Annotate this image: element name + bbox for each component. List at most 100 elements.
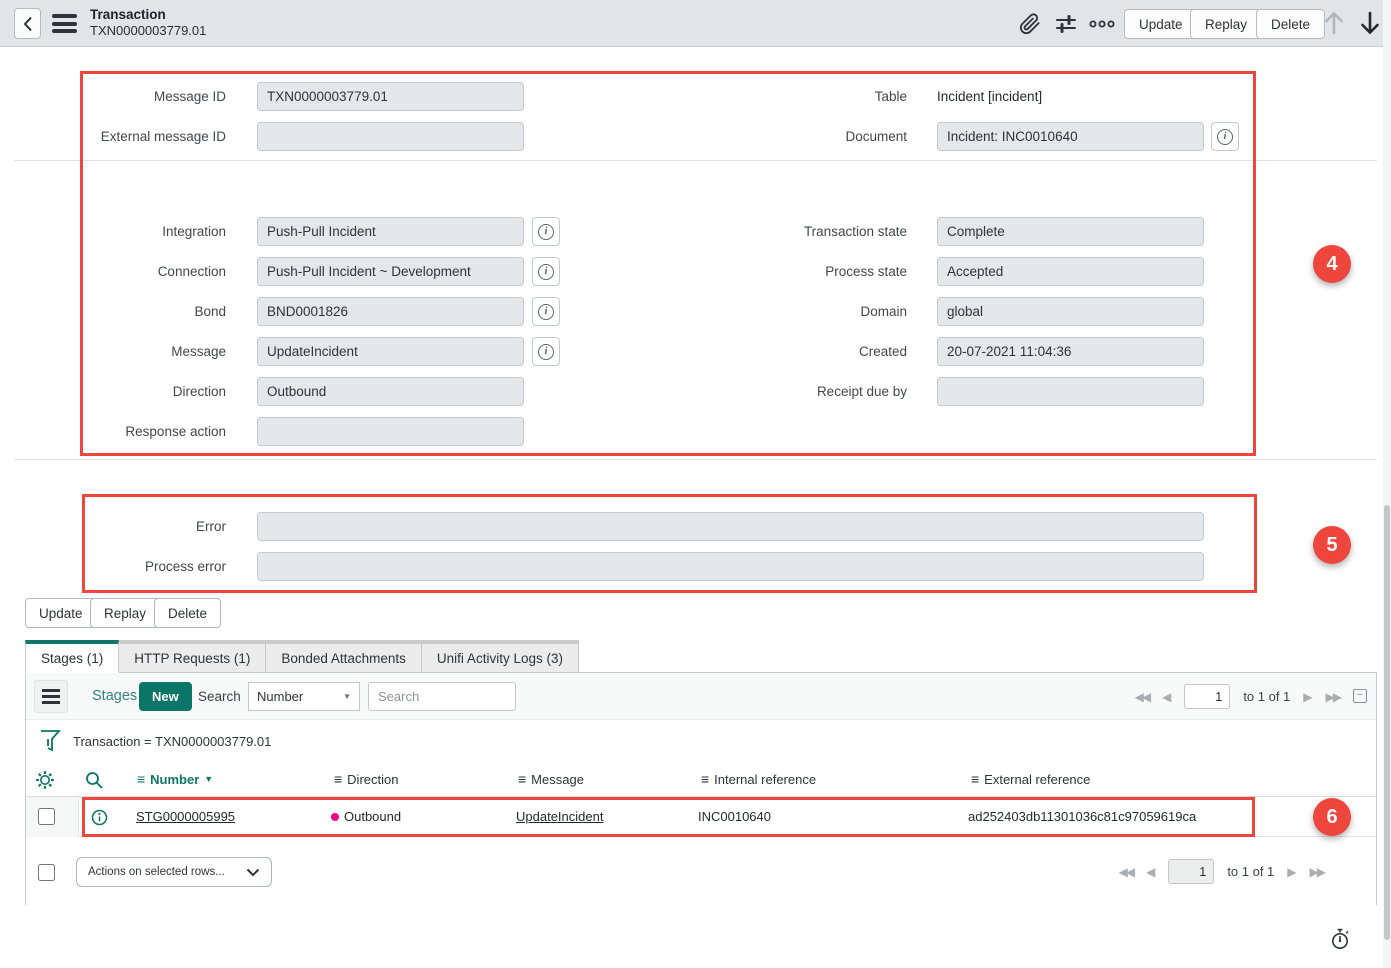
connection-field[interactable] (257, 257, 524, 286)
stage-table-row[interactable]: STG0000005995 Outbound UpdateIncident IN… (26, 797, 1376, 837)
external-message-id-field[interactable] (257, 122, 524, 151)
error-label: Error (0, 519, 226, 534)
created-label: Created (710, 344, 907, 359)
page-number-input[interactable] (1184, 684, 1230, 709)
domain-label: Domain (710, 304, 907, 319)
document-field[interactable] (937, 122, 1204, 151)
list-pagination-bottom: ◀◀ ◀ to 1 of 1 ▶ ▶▶ (1119, 859, 1324, 884)
process-error-field[interactable] (257, 552, 1204, 581)
error-field[interactable] (257, 512, 1204, 541)
transaction-state-field[interactable] (937, 217, 1204, 246)
column-search-icon[interactable] (84, 770, 104, 790)
next-page-button[interactable]: ▶ (1303, 690, 1312, 704)
row-info-icon[interactable] (91, 809, 108, 826)
select-all-checkbox[interactable] (38, 864, 55, 881)
list-title: Stages (92, 688, 137, 704)
last-page-button[interactable]: ▶▶ (1326, 690, 1340, 704)
delete-button-bottom[interactable]: Delete (154, 598, 221, 628)
back-button[interactable] (14, 8, 41, 39)
callout-number-6: 6 (1313, 798, 1351, 836)
section-divider (14, 160, 1377, 161)
domain-field[interactable] (937, 297, 1204, 326)
column-header-label: Internal reference (714, 772, 816, 787)
tab-stages[interactable]: Stages (1) (25, 640, 119, 673)
filter-funnel-icon[interactable] (39, 728, 61, 754)
message-info-button[interactable]: i (532, 337, 560, 366)
update-button[interactable]: Update (1124, 9, 1198, 39)
more-options-icon (1089, 19, 1115, 29)
transaction-state-label: Transaction state (710, 224, 907, 239)
attachment-button[interactable] (1016, 10, 1044, 38)
table-value: Incident [incident] (937, 89, 1042, 104)
scroll-down-button[interactable] (1356, 9, 1384, 37)
vertical-scrollbar-track[interactable] (1383, 0, 1391, 968)
sliders-icon (1054, 12, 1078, 36)
new-stage-button[interactable]: New (139, 682, 192, 711)
created-field[interactable] (937, 337, 1204, 366)
search-column-value: Number (257, 689, 303, 704)
record-id-subtitle: TXN0000003779.01 (90, 23, 206, 39)
direction-field[interactable] (257, 377, 524, 406)
vertical-scrollbar-thumb[interactable] (1384, 505, 1390, 940)
connection-info-button[interactable]: i (532, 257, 560, 286)
process-state-label: Process state (710, 264, 907, 279)
actions-on-selected-rows-select[interactable]: Actions on selected rows... (76, 857, 272, 887)
message-id-field[interactable] (257, 82, 524, 111)
bond-field[interactable] (257, 297, 524, 326)
message-field[interactable] (257, 337, 524, 366)
chevron-down-icon: ▼ (343, 692, 351, 701)
bond-info-button[interactable]: i (532, 297, 560, 326)
personalize-form-button[interactable] (1052, 10, 1080, 38)
context-menu-icon[interactable] (52, 14, 77, 33)
row-checkbox[interactable] (38, 808, 55, 825)
stage-internal-reference-value: INC0010640 (698, 809, 771, 824)
column-header-external-reference[interactable]: ≡ External reference (971, 771, 1090, 787)
stage-message-link[interactable]: UpdateIncident (516, 809, 603, 824)
column-menu-icon: ≡ (518, 771, 526, 787)
tab-bonded-attachments[interactable]: Bonded Attachments (266, 640, 422, 673)
column-header-message[interactable]: ≡ Message (518, 771, 584, 787)
response-action-field[interactable] (257, 417, 524, 446)
filter-breadcrumb[interactable]: Transaction = TXN0000003779.01 (73, 734, 271, 749)
last-page-button[interactable]: ▶▶ (1310, 865, 1324, 879)
update-button-bottom[interactable]: Update (25, 598, 97, 628)
receipt-due-by-field[interactable] (937, 377, 1204, 406)
column-header-label: External reference (984, 772, 1090, 787)
collapse-list-button[interactable]: − (1353, 689, 1367, 703)
first-page-button[interactable]: ◀◀ (1135, 690, 1149, 704)
tab-http-requests[interactable]: HTTP Requests (1) (119, 640, 266, 673)
gear-icon[interactable] (35, 770, 55, 790)
bond-label: Bond (0, 304, 226, 319)
direction-status-dot (331, 813, 339, 821)
next-page-button[interactable]: ▶ (1287, 865, 1296, 879)
stage-number-link[interactable]: STG0000005995 (136, 809, 235, 824)
process-state-field[interactable] (937, 257, 1204, 286)
delete-button[interactable]: Delete (1256, 9, 1325, 39)
list-context-menu-icon[interactable] (34, 680, 68, 713)
column-menu-icon: ≡ (701, 771, 709, 787)
integration-label: Integration (0, 224, 226, 239)
tab-unifi-activity-logs[interactable]: Unifi Activity Logs (3) (422, 640, 579, 673)
previous-page-button[interactable]: ◀ (1146, 865, 1155, 879)
list-search-input[interactable] (368, 682, 516, 711)
search-column-select[interactable]: Number ▼ (248, 682, 360, 711)
column-header-internal-reference[interactable]: ≡ Internal reference (701, 771, 816, 787)
stopwatch-icon[interactable] (1330, 928, 1350, 951)
pagination-range: to 1 of 1 (1243, 689, 1290, 704)
column-header-label: Message (531, 772, 584, 787)
more-options-button[interactable] (1088, 10, 1116, 38)
page-number-input[interactable] (1168, 859, 1214, 884)
list-filter-row: Transaction = TXN0000003779.01 (26, 720, 1376, 762)
replay-button-bottom[interactable]: Replay (90, 598, 160, 628)
column-header-direction[interactable]: ≡ Direction (334, 771, 398, 787)
document-info-button[interactable]: i (1211, 122, 1239, 151)
replay-button[interactable]: Replay (1190, 9, 1262, 39)
first-page-button[interactable]: ◀◀ (1119, 865, 1133, 879)
column-header-number[interactable]: ≡ Number ▼ (137, 771, 213, 787)
integration-info-button[interactable]: i (532, 217, 560, 246)
table-label: Table (710, 89, 907, 104)
integration-field[interactable] (257, 217, 524, 246)
previous-page-button[interactable]: ◀ (1162, 690, 1171, 704)
scroll-up-button[interactable] (1320, 9, 1348, 37)
record-type-title: Transaction (90, 7, 206, 23)
